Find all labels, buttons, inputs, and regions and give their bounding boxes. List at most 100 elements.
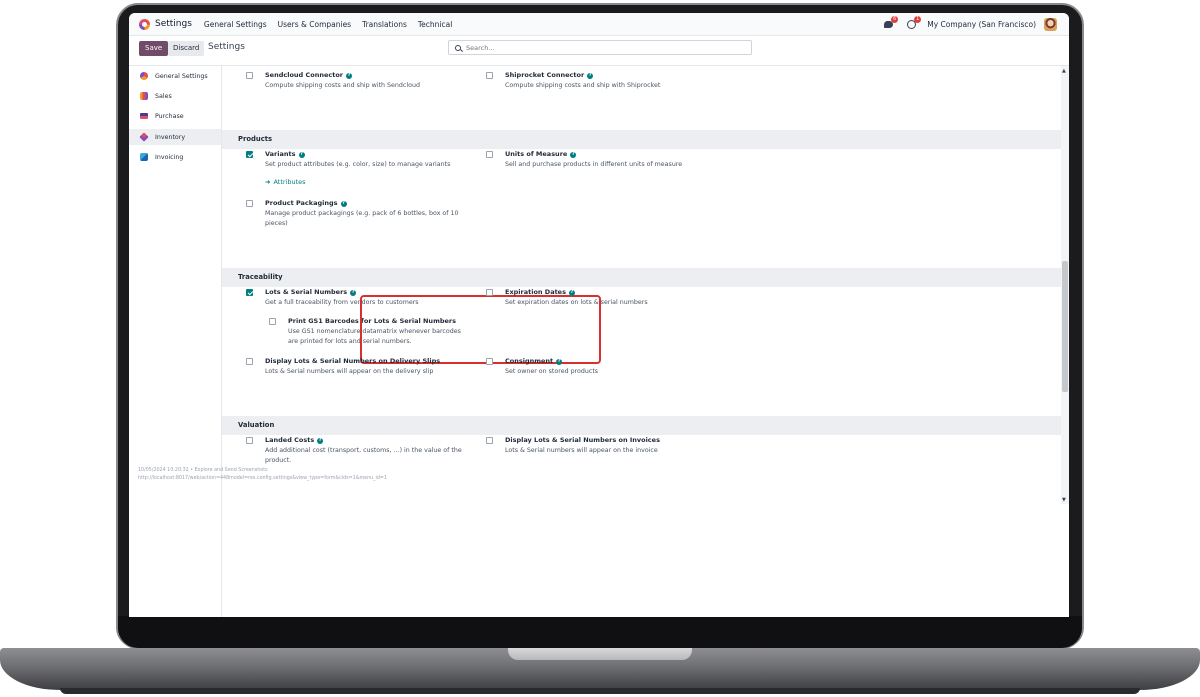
navbar-right: 6 1 My Company (San Francisco) xyxy=(881,13,1069,35)
setting-description: Manage product packagings (e.g. pack of … xyxy=(265,210,459,227)
setting-title: Product Packagings? xyxy=(265,199,347,207)
discard-button[interactable]: Discard xyxy=(168,41,205,56)
setting-expiration-dates: Expiration Dates? Set expiration dates o… xyxy=(486,288,735,308)
settings-sidebar: General Settings Sales Purchase Inventor… xyxy=(129,66,222,617)
scroll-up-icon[interactable]: ▲ xyxy=(1062,68,1066,74)
setting-consignment: Consignment? Set owner on stored product… xyxy=(486,357,735,377)
setting-description: Add additional cost (transport, customs,… xyxy=(265,447,462,464)
menu-users-companies[interactable]: Users & Companies xyxy=(278,20,351,29)
setting-title: Variants? xyxy=(265,150,305,158)
activity-badge: 1 xyxy=(914,16,922,23)
consignment-checkbox[interactable] xyxy=(486,358,493,365)
sidebar-item-purchase[interactable]: Purchase xyxy=(129,108,221,124)
setting-description: Set product attributes (e.g. color, size… xyxy=(265,161,451,168)
help-icon[interactable]: ? xyxy=(556,359,563,365)
scrollbar[interactable]: ▲ ▼ xyxy=(1061,66,1069,504)
purchase-icon xyxy=(140,113,148,119)
setting-description: Sell and purchase products in different … xyxy=(505,161,683,168)
save-button[interactable]: Save xyxy=(139,41,169,56)
laptop-notch xyxy=(508,648,692,660)
sidebar-item-general-settings[interactable]: General Settings xyxy=(129,68,221,84)
setting-description: Compute shipping costs and ship with Shi… xyxy=(505,82,661,89)
setting-title: Units of Measure? xyxy=(505,150,577,158)
help-icon[interactable]: ? xyxy=(298,152,305,158)
menu-technical[interactable]: Technical xyxy=(418,20,452,29)
sidebar-item-label: General Settings xyxy=(155,72,208,80)
sidebar-item-label: Invoicing xyxy=(155,153,184,161)
search-icon xyxy=(455,44,461,51)
setting-description: Set owner on stored products xyxy=(505,368,599,375)
landed-costs-checkbox[interactable] xyxy=(246,437,253,444)
app-name[interactable]: Settings xyxy=(155,19,192,29)
help-icon[interactable]: ? xyxy=(568,290,575,296)
control-panel: Save Discard Settings xyxy=(129,36,1069,66)
activity-button[interactable]: 1 xyxy=(904,16,922,31)
setting-sendcloud: Sendcloud Connector? Compute shipping co… xyxy=(246,71,495,91)
chat-button[interactable]: 6 xyxy=(881,16,899,31)
section-traceability-heading: Traceability xyxy=(222,268,1061,287)
section-products-heading: Products xyxy=(222,130,1061,149)
screen: Settings General Settings Users & Compan… xyxy=(129,13,1069,617)
setting-title: Consignment? xyxy=(505,357,563,365)
invoicing-icon xyxy=(140,153,148,161)
setting-title: Expiration Dates? xyxy=(505,288,575,296)
settings-content: Sendcloud Connector? Compute shipping co… xyxy=(222,66,1069,504)
setting-title: Sendcloud Connector? xyxy=(265,71,352,79)
delivery-slips-checkbox[interactable] xyxy=(246,358,253,365)
chat-badge: 6 xyxy=(891,16,899,23)
shiprocket-checkbox[interactable] xyxy=(486,72,493,79)
top-navbar: Settings General Settings Users & Compan… xyxy=(129,13,1069,36)
help-icon[interactable]: ? xyxy=(346,73,352,79)
setting-shiprocket: Shiprocket Connector? Compute shipping c… xyxy=(486,71,735,91)
scrollbar-thumb[interactable] xyxy=(1062,261,1068,392)
setting-title: Landed Costs? xyxy=(265,436,324,444)
laptop-bezel xyxy=(118,616,1082,648)
setting-units-of-measure: Units of Measure? Sell and purchase prod… xyxy=(486,150,735,170)
menu-general-settings[interactable]: General Settings xyxy=(204,20,267,29)
help-icon[interactable]: ? xyxy=(350,290,357,296)
setting-title: Shiprocket Connector? xyxy=(505,71,594,79)
gs1-checkbox[interactable] xyxy=(269,318,276,325)
company-switcher[interactable]: My Company (San Francisco) xyxy=(927,20,1036,29)
setting-description: Lots & Serial numbers will appear on the… xyxy=(265,368,434,375)
sendcloud-checkbox[interactable] xyxy=(246,72,253,79)
setting-description: Lots & Serial numbers will appear on the… xyxy=(505,447,658,454)
general-settings-icon xyxy=(140,72,148,80)
setting-variants: Variants? Set product attributes (e.g. c… xyxy=(246,150,495,187)
arrow-right-icon: ➜ xyxy=(265,178,271,186)
help-icon[interactable]: ? xyxy=(317,438,324,444)
packagings-checkbox[interactable] xyxy=(246,200,253,207)
help-icon[interactable]: ? xyxy=(570,152,577,158)
watermark-line2: http://localhost:8017/web/action=448mode… xyxy=(138,476,387,481)
app-logo-icon[interactable] xyxy=(139,18,150,30)
inventory-icon xyxy=(139,132,149,142)
attributes-link[interactable]: ➜ Attributes xyxy=(265,178,495,187)
scroll-down-icon[interactable]: ▼ xyxy=(1062,497,1066,503)
sidebar-item-label: Sales xyxy=(155,92,172,100)
variants-checkbox[interactable] xyxy=(246,151,253,158)
menu-translations[interactable]: Translations xyxy=(362,20,407,29)
invoices-checkbox[interactable] xyxy=(486,437,493,444)
setting-title: Display Lots & Serial Numbers on Invoice… xyxy=(505,436,660,444)
help-icon[interactable]: ? xyxy=(587,73,594,79)
sidebar-item-label: Purchase xyxy=(155,112,184,120)
sales-icon xyxy=(140,92,148,100)
uom-checkbox[interactable] xyxy=(486,151,493,158)
search-input[interactable] xyxy=(466,43,746,52)
sidebar-item-invoicing[interactable]: Invoicing xyxy=(129,149,221,165)
sidebar-item-label: Inventory xyxy=(155,133,186,141)
search-box[interactable] xyxy=(448,40,752,55)
expiration-checkbox[interactable] xyxy=(486,289,493,296)
setting-landed-costs: Landed Costs? Add additional cost (trans… xyxy=(246,436,470,466)
sidebar-item-sales[interactable]: Sales xyxy=(129,88,221,104)
lots-serial-checkbox[interactable] xyxy=(246,289,253,296)
help-icon[interactable]: ? xyxy=(340,201,347,207)
watermark-line1: 10/05/2024 10:20:32 • Explore and Send S… xyxy=(138,468,268,473)
section-valuation-heading: Valuation xyxy=(222,416,1061,435)
laptop-foot xyxy=(60,688,1140,694)
setting-product-packagings: Product Packagings? Manage product packa… xyxy=(246,199,475,229)
user-avatar[interactable] xyxy=(1044,17,1057,31)
setting-description: Compute shipping costs and ship with Sen… xyxy=(265,82,420,89)
setting-title: Display Lots & Serial Numbers on Deliver… xyxy=(265,357,441,365)
sidebar-item-inventory[interactable]: Inventory xyxy=(129,129,221,145)
